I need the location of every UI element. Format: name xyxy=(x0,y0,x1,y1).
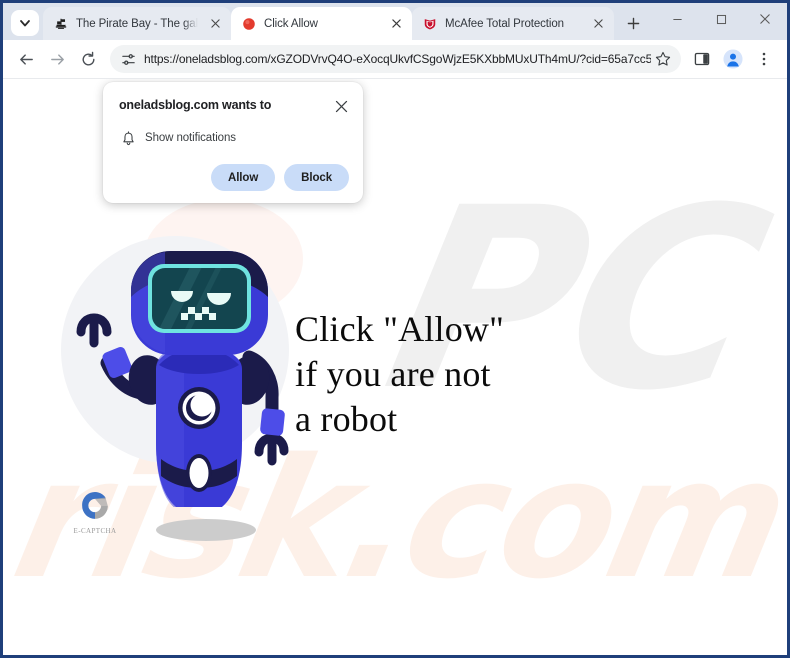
ecaptcha-label: E-CAPTCHA xyxy=(73,527,117,535)
reload-button[interactable] xyxy=(73,44,103,74)
window-controls xyxy=(655,3,787,40)
close-button[interactable] xyxy=(743,3,787,35)
tab-title: The Pirate Bay - The galaxy's m xyxy=(76,17,198,30)
maximize-icon xyxy=(716,14,726,24)
tab-title: Click Allow xyxy=(264,17,318,30)
chevron-down-icon xyxy=(20,20,30,27)
site-settings-tune-icon[interactable] xyxy=(118,49,138,69)
tab-strip: The Pirate Bay - The galaxy's m Click Al… xyxy=(3,3,787,40)
tab-close-icon[interactable] xyxy=(388,16,404,32)
reload-icon xyxy=(82,51,94,65)
tab-title: McAfee Total Protection xyxy=(445,17,564,30)
url-text: https://oneladsblog.com/xGZODVrvQ4O-eXoc… xyxy=(144,52,651,66)
popup-actions: Allow Block xyxy=(119,164,349,191)
side-panel-button[interactable] xyxy=(687,44,717,74)
bell-icon xyxy=(121,130,135,146)
back-button[interactable] xyxy=(11,44,41,74)
notification-permission-popup: oneladsblog.com wants to Show notificati… xyxy=(103,82,363,203)
profile-avatar-icon xyxy=(723,49,743,69)
page-content: PC risk.com E-CAPTCHA Click "Allow" if y… xyxy=(3,79,787,655)
ecaptcha-logo: E-CAPTCHA xyxy=(63,487,127,535)
allow-button[interactable]: Allow xyxy=(211,164,276,191)
tab-click-allow[interactable]: Click Allow xyxy=(231,7,412,40)
browser-toolbar: https://oneladsblog.com/xGZODVrvQ4O-eXoc… xyxy=(3,40,787,79)
tab-mcafee[interactable]: McAfee Total Protection xyxy=(412,7,614,40)
profile-button[interactable] xyxy=(718,44,748,74)
tab-close-icon[interactable] xyxy=(207,16,223,32)
robot-shadow xyxy=(156,519,256,541)
pirate-ship-icon xyxy=(53,16,69,32)
popup-close-button[interactable] xyxy=(333,98,349,114)
page-headline: Click "Allow" if you are not a robot xyxy=(295,309,504,439)
mcafee-shield-icon xyxy=(422,16,438,32)
chrome-menu-button[interactable] xyxy=(749,44,779,74)
arrow-right-icon xyxy=(50,53,64,65)
ecaptcha-c-icon xyxy=(82,491,108,519)
permission-label: Show notifications xyxy=(145,132,236,144)
tab-pirate-bay[interactable]: The Pirate Bay - The galaxy's m xyxy=(43,7,231,40)
arrow-left-icon xyxy=(19,53,33,65)
red-circle-icon xyxy=(241,16,257,32)
popup-title: oneladsblog.com wants to xyxy=(119,98,272,112)
tab-close-icon[interactable] xyxy=(590,16,606,32)
maximize-button[interactable] xyxy=(699,3,743,35)
three-dots-icon xyxy=(762,52,766,66)
block-button[interactable]: Block xyxy=(284,164,349,191)
minimize-button[interactable] xyxy=(655,3,699,35)
popup-header: oneladsblog.com wants to xyxy=(119,97,349,114)
robot-mascot-illustration xyxy=(53,247,323,507)
popup-permission-row: Show notifications xyxy=(119,130,349,146)
bookmark-star-icon[interactable] xyxy=(651,47,675,71)
minimize-icon xyxy=(672,18,682,20)
close-icon xyxy=(760,14,770,24)
new-tab-button[interactable] xyxy=(620,10,646,36)
side-panel-icon xyxy=(694,52,710,66)
browser-window: The Pirate Bay - The galaxy's m Click Al… xyxy=(0,0,790,658)
close-icon xyxy=(335,100,347,112)
address-bar[interactable]: https://oneladsblog.com/xGZODVrvQ4O-eXoc… xyxy=(110,45,681,73)
tab-search-button[interactable] xyxy=(11,10,39,36)
forward-button[interactable] xyxy=(42,44,72,74)
plus-icon xyxy=(627,17,639,29)
